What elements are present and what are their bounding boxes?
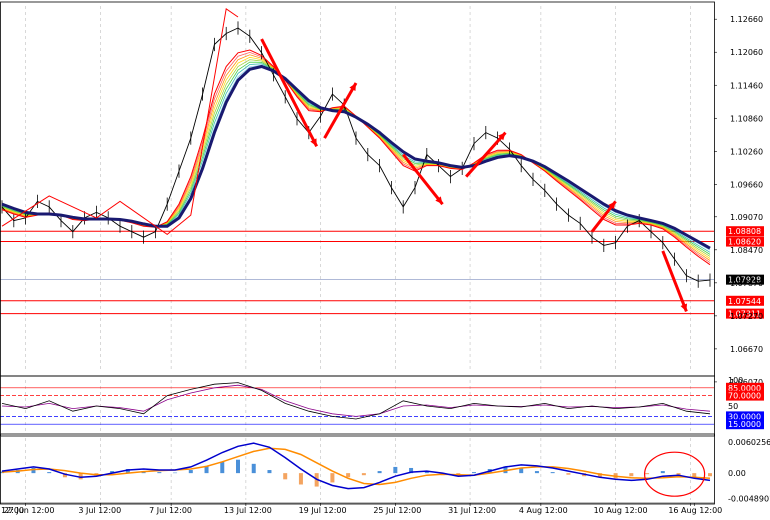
osc-tick-label: 100 [728, 376, 743, 385]
macd-hist-bar [708, 473, 712, 477]
forex-chart: 1.088081.086201.079281.075441.07311 1.12… [0, 0, 770, 520]
macd-hist-bar [251, 463, 256, 474]
macd-hist-bar [629, 473, 634, 477]
price-tick-label: 1.07270 [730, 312, 763, 321]
macd-hist-bar [519, 468, 524, 474]
macd-hist-bar [220, 461, 225, 474]
macd-hist-bar [157, 472, 162, 474]
x-tick-label: 4 Aug 12:00 [519, 506, 568, 515]
macd-hist-bar [377, 471, 382, 474]
level-label: 1.08808 [728, 227, 761, 236]
price-tick-label: 1.12660 [730, 15, 763, 24]
x-tick-label: 16 Aug 12:00 [668, 506, 722, 515]
x-tick-label: 25 Jul 12:00 [373, 506, 421, 515]
x-tick-label: 13 Jul 12:00 [224, 506, 272, 515]
macd-hist-bar [267, 470, 272, 474]
price-tick-label: 1.10860 [730, 114, 763, 123]
x-tick-label: 10 Aug 12:00 [594, 506, 648, 515]
macd-hist-bar [566, 473, 571, 475]
macd-hist-bar [361, 473, 366, 476]
macd-tick-label: -0.0048901 [728, 494, 770, 503]
macd-hist-bar [472, 472, 476, 474]
macd-hist-bar [78, 473, 83, 480]
macd-hist-bar [346, 473, 351, 478]
osc-level-label: 15.0000 [728, 420, 761, 429]
price-tick-label: 1.07870 [730, 279, 763, 288]
macd-hist-bar [188, 470, 193, 474]
macd-hist-bar [550, 472, 555, 474]
level-label: 1.07544 [728, 297, 761, 306]
osc-tick-label: 50 [728, 402, 738, 411]
price-tick-label: 1.08470 [730, 246, 763, 255]
osc-level-label: 70.0000 [728, 392, 761, 401]
price-tick-label: 1.12060 [730, 48, 763, 57]
macd-hist-bar [645, 473, 650, 475]
macd-hist-bar [173, 472, 178, 474]
macd-hist-bar [330, 473, 335, 483]
macd-hist-bar [283, 473, 288, 480]
price-tick-label: 1.10260 [730, 147, 763, 156]
x-tick-label: 27 Jun 12:00 [4, 506, 55, 515]
x-tick-label: 3 Jul 12:00 [78, 506, 121, 515]
price-tick-label: 1.09070 [730, 213, 763, 222]
x-tick-label: 19 Jul 12:00 [299, 506, 347, 515]
macd-hist-bar [660, 471, 665, 474]
price-tick-label: 1.11460 [730, 81, 763, 90]
x-tick-label: 7 Jul 12:00 [149, 506, 192, 515]
x-tick-label: 31 Jul 12:00 [448, 506, 496, 515]
macd-hist-bar [236, 459, 240, 474]
macd-tick-label: 0.00 [728, 469, 746, 478]
macd-tick-label: 0.0060256 [728, 438, 770, 447]
macd-hist-bar [534, 471, 539, 474]
macd-hist-bar [47, 472, 52, 474]
price-tick-label: 1.06670 [730, 345, 763, 354]
price-tick-label: 1.09660 [730, 180, 763, 189]
macd-hist-bar [298, 473, 303, 485]
macd-hist-bar [393, 466, 398, 474]
